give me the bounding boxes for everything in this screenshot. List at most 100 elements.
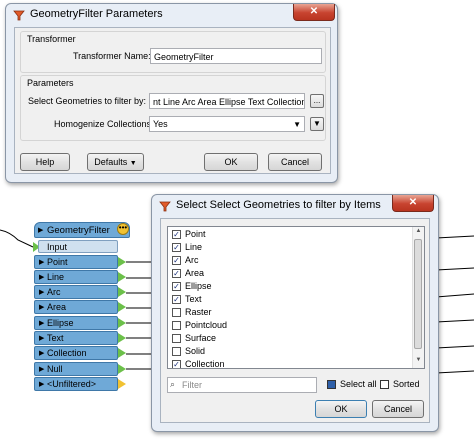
output-pin-icon[interactable] xyxy=(118,318,126,328)
scroll-up-icon[interactable]: ▲ xyxy=(413,228,424,238)
expand-triangle-icon: ▶ xyxy=(39,366,45,373)
output-port-null[interactable]: ▶ Null xyxy=(34,362,118,376)
output-port-ellipse[interactable]: ▶ Ellipse xyxy=(34,316,118,330)
filter-placeholder: Filter xyxy=(182,380,202,390)
select-items-dialog: Select Select Geometries to filter by It… xyxy=(151,194,439,432)
item-checkbox[interactable]: ✓ xyxy=(172,269,181,278)
item-checkbox[interactable] xyxy=(172,347,181,356)
output-connection[interactable] xyxy=(435,235,474,239)
output-pin-icon[interactable] xyxy=(118,348,126,358)
transformer-menu-icon[interactable]: ••• xyxy=(117,223,129,235)
item-checkbox[interactable]: ✓ xyxy=(172,360,181,368)
port-label: Ellipse xyxy=(47,318,74,328)
output-pin-icon[interactable] xyxy=(118,287,126,297)
input-port-label: Input xyxy=(47,242,68,252)
transformer-node-header[interactable]: ▶ GeometryFilter xyxy=(34,222,130,238)
output-port-collection[interactable]: ▶ Collection xyxy=(34,346,118,360)
dialog-titlebar[interactable]: Select Select Geometries to filter by It… xyxy=(152,195,438,217)
output-pin-icon[interactable] xyxy=(118,364,126,374)
output-connection[interactable] xyxy=(435,267,474,271)
expand-triangle-icon: ▶ xyxy=(39,320,45,327)
list-item[interactable]: ✓ Arc xyxy=(172,255,412,268)
list-item[interactable]: ✓ Text xyxy=(172,294,412,307)
port-label: Text xyxy=(47,333,64,343)
output-port-text[interactable]: ▶ Text xyxy=(34,331,118,345)
item-checkbox[interactable]: ✓ xyxy=(172,230,181,239)
scroll-down-icon[interactable]: ▼ xyxy=(413,357,424,367)
port-label: Null xyxy=(47,364,63,374)
port-label: Area xyxy=(47,302,67,312)
cancel-button[interactable]: Cancel xyxy=(372,400,424,418)
expand-triangle-icon: ▶ xyxy=(39,335,45,342)
transformer-name: GeometryFilter xyxy=(47,225,110,236)
list-item[interactable]: Solid xyxy=(172,346,412,359)
sorted-label: Sorted xyxy=(393,379,420,389)
item-label: Surface xyxy=(185,333,217,343)
output-port-arc[interactable]: ▶ Arc xyxy=(34,285,118,299)
item-checkbox[interactable]: ✓ xyxy=(172,256,181,265)
port-label: <Unfiltered> xyxy=(47,379,97,389)
output-port-unfiltered[interactable]: ▶ <Unfiltered> xyxy=(34,377,118,391)
search-icon: ⌕ xyxy=(170,379,176,389)
list-item[interactable]: ✓ Collection xyxy=(172,359,412,368)
select-all-checkbox[interactable] xyxy=(327,380,336,389)
vertical-scrollbar[interactable]: ▲ ▼ xyxy=(412,227,424,368)
list-item[interactable]: ✓ Line xyxy=(172,242,412,255)
item-label: Arc xyxy=(185,255,199,265)
filter-input[interactable]: ⌕ Filter xyxy=(167,377,317,393)
close-button[interactable]: ✕ xyxy=(392,195,434,212)
item-label: Raster xyxy=(185,307,212,317)
output-connection[interactable] xyxy=(435,293,474,298)
port-label: Collection xyxy=(47,348,87,358)
item-label: Solid xyxy=(185,346,206,356)
port-label: Line xyxy=(47,272,65,282)
expand-triangle-icon[interactable]: ▶ xyxy=(38,226,43,234)
output-port-point[interactable]: ▶ Point xyxy=(34,255,118,269)
input-port[interactable]: Input xyxy=(38,240,118,253)
input-connection[interactable] xyxy=(0,229,34,248)
port-label: Point xyxy=(47,257,68,267)
item-label: Text xyxy=(185,294,202,304)
list-item[interactable]: Surface xyxy=(172,333,412,346)
items-list[interactable]: ✓ Point ✓ Line ✓ Arc ✓ Area ✓ Ellipse ✓ … xyxy=(167,226,425,369)
item-checkbox[interactable] xyxy=(172,321,181,330)
item-label: Pointcloud xyxy=(185,320,228,330)
list-item[interactable]: Pointcloud xyxy=(172,320,412,333)
list-item[interactable]: Raster xyxy=(172,307,412,320)
expand-triangle-icon: ▶ xyxy=(39,289,45,296)
item-checkbox[interactable]: ✓ xyxy=(172,243,181,252)
output-port-line[interactable]: ▶ Line xyxy=(34,270,118,284)
item-checkbox[interactable]: ✓ xyxy=(172,295,181,304)
sorted-checkbox[interactable] xyxy=(380,380,389,389)
output-pin-icon[interactable] xyxy=(118,257,126,267)
item-label: Point xyxy=(185,229,206,239)
select-all-label: Select all xyxy=(340,379,377,389)
output-connection[interactable] xyxy=(435,345,474,349)
item-label: Ellipse xyxy=(185,281,212,291)
dialog-body: ✓ Point ✓ Line ✓ Arc ✓ Area ✓ Ellipse ✓ … xyxy=(160,218,430,423)
list-item[interactable]: ✓ Point xyxy=(172,229,412,242)
list-item[interactable]: ✓ Area xyxy=(172,268,412,281)
item-checkbox[interactable]: ✓ xyxy=(172,282,181,291)
expand-triangle-icon: ▶ xyxy=(39,259,45,266)
list-item[interactable]: ✓ Ellipse xyxy=(172,281,412,294)
output-connection[interactable] xyxy=(435,319,474,323)
output-pin-icon[interactable] xyxy=(118,272,126,282)
output-pin-icon[interactable] xyxy=(118,379,126,389)
output-connection[interactable] xyxy=(435,370,474,374)
expand-triangle-icon: ▶ xyxy=(39,381,45,388)
ok-button[interactable]: OK xyxy=(315,400,367,418)
expand-triangle-icon: ▶ xyxy=(39,274,45,281)
dialog-title: Select Select Geometries to filter by It… xyxy=(176,199,381,211)
expand-triangle-icon: ▶ xyxy=(39,304,45,311)
output-port-area[interactable]: ▶ Area xyxy=(34,300,118,314)
item-checkbox[interactable] xyxy=(172,334,181,343)
output-pin-icon[interactable] xyxy=(118,302,126,312)
scrollbar-thumb[interactable] xyxy=(414,239,422,349)
expand-triangle-icon: ▶ xyxy=(39,350,45,357)
item-label: Line xyxy=(185,242,203,252)
fme-app-icon xyxy=(159,201,171,212)
item-label: Area xyxy=(185,268,205,278)
output-pin-icon[interactable] xyxy=(118,333,126,343)
item-checkbox[interactable] xyxy=(172,308,181,317)
